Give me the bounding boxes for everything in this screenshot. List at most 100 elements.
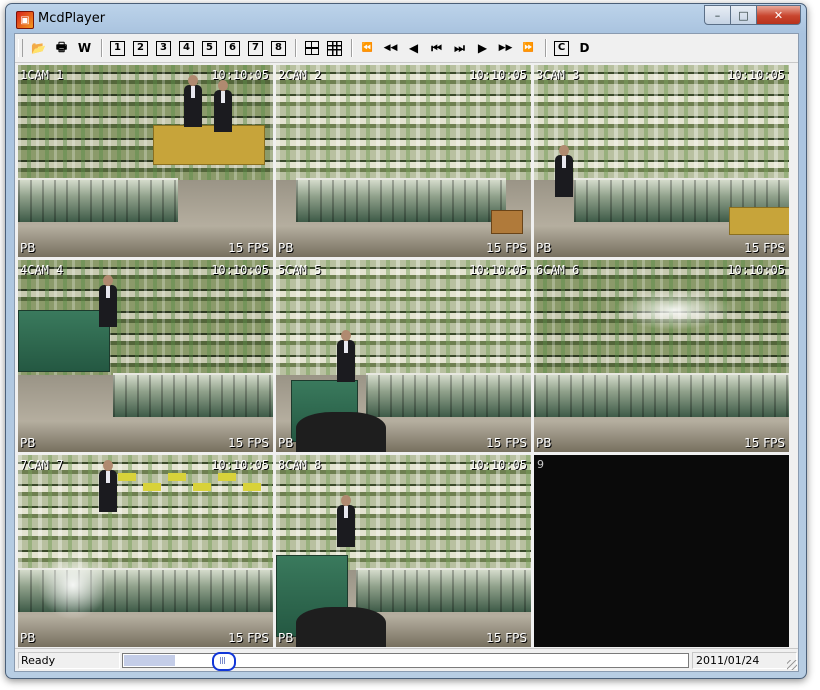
camera-playback-mode: PB: [20, 631, 36, 645]
camera-tile[interactable]: 6CAM 6 10:10:05 PB 15 FPS: [534, 260, 789, 452]
fast-forward-button[interactable]: ▶▶: [495, 38, 516, 58]
client-area: 📂 🖶 W 1 2 3 4 5 6 7 8 ⏪ ◀◀ ◀ ⏮ ⏭ ▶ ▶▶ ⏩ C D 1CAM 1 10:10:05 PB…: [14, 33, 799, 672]
minimize-button[interactable]: –: [704, 5, 731, 25]
grid-2x2-icon: [304, 41, 319, 55]
open-icon: 📂: [31, 41, 46, 55]
layout-5-icon: 5: [202, 40, 217, 56]
camera-tile[interactable]: 2CAM 2 10:10:05 PB 15 FPS: [276, 65, 531, 257]
person-figure: [336, 330, 356, 382]
camera-timestamp: 10:10:05: [469, 68, 527, 82]
person-figure: [554, 145, 574, 197]
layout-4-button[interactable]: 4: [176, 38, 197, 58]
layout-5-button[interactable]: 5: [199, 38, 220, 58]
layout-1-icon: 1: [110, 40, 125, 56]
layout-2-button[interactable]: 2: [130, 38, 151, 58]
window-controls: – □ ✕: [704, 5, 801, 25]
camera-fps: 15 FPS: [228, 631, 269, 645]
empty-slot-number: 9: [537, 458, 544, 471]
play-button[interactable]: ▶: [472, 38, 493, 58]
camera-feed-image: [534, 260, 789, 452]
playback-timeline[interactable]: [122, 652, 689, 671]
layout-8-button[interactable]: 8: [268, 38, 289, 58]
camera-timestamp: 10:10:05: [469, 263, 527, 277]
fastest-forward-icon: ⏩: [522, 43, 535, 53]
camera-timestamp: 10:10:05: [211, 263, 269, 277]
camera-name: 1CAM 1: [20, 68, 64, 82]
camera-feed-image: [534, 65, 789, 257]
d-icon: D: [579, 41, 590, 55]
toolbar-separator: [545, 39, 547, 57]
timeline-played-range: [124, 655, 175, 666]
status-text: Ready: [18, 652, 120, 669]
play-icon: ▶: [477, 41, 488, 55]
camera-name: 4CAM 4: [20, 263, 64, 277]
toolbar: 📂 🖶 W 1 2 3 4 5 6 7 8 ⏪ ◀◀ ◀ ⏮ ⏭ ▶ ▶▶ ⏩ C D: [15, 34, 798, 63]
layout-1-button[interactable]: 1: [107, 38, 128, 58]
camera-tile[interactable]: 5CAM 5 10:10:05 PB 15 FPS: [276, 260, 531, 452]
camera-feed-image: [18, 65, 273, 257]
w-icon: W: [77, 41, 92, 55]
camera-fps: 15 FPS: [228, 436, 269, 450]
camera-tile[interactable]: 8CAM 8 10:10:05 PB 15 FPS: [276, 455, 531, 647]
camera-timestamp: 10:10:05: [469, 458, 527, 472]
fast-rewind-button[interactable]: ⏪: [357, 38, 378, 58]
person-figure: [98, 460, 118, 512]
camera-tile[interactable]: 1CAM 1 10:10:05 PB 15 FPS: [18, 65, 273, 257]
layout-6-icon: 6: [225, 40, 240, 56]
person-figure: [183, 75, 203, 127]
toolbar-separator: [295, 39, 297, 57]
maximize-button[interactable]: □: [731, 5, 757, 25]
timeline-slider-thumb[interactable]: [212, 652, 236, 671]
camera-tile[interactable]: 3CAM 3 10:10:05 PB 15 FPS: [534, 65, 789, 257]
camera-name: 3CAM 3: [536, 68, 580, 82]
camera-feed-image: [276, 260, 531, 452]
fast-rewind-icon: ⏪: [361, 43, 374, 53]
camera-playback-mode: PB: [278, 631, 294, 645]
grid-2x2-button[interactable]: [301, 38, 322, 58]
camera-playback-mode: PB: [278, 241, 294, 255]
step-back-button[interactable]: ◀: [403, 38, 424, 58]
fast-forward-icon: ▶▶: [498, 43, 513, 53]
w-button[interactable]: W: [74, 38, 95, 58]
skip-end-button[interactable]: ⏭: [449, 38, 470, 58]
layout-3-icon: 3: [156, 40, 171, 56]
camera-playback-mode: PB: [278, 436, 294, 450]
skip-end-icon: ⏭: [454, 40, 465, 55]
empty-camera-tile[interactable]: 9: [534, 455, 789, 647]
person-figure: [336, 495, 356, 547]
camera-playback-mode: PB: [20, 241, 36, 255]
camera-timestamp: 10:10:05: [211, 68, 269, 82]
resize-grip-icon[interactable]: [787, 660, 797, 670]
layout-7-icon: 7: [248, 40, 263, 56]
camera-tile[interactable]: 7CAM 7 10:10:05 PB 15 FPS: [18, 455, 273, 647]
title-bar[interactable]: ▣ McdPlayer – □ ✕: [6, 4, 806, 32]
camera-feed-image: [276, 65, 531, 257]
camera-name: 6CAM 6: [536, 263, 580, 277]
close-button[interactable]: ✕: [757, 5, 801, 25]
open-icon[interactable]: 📂: [28, 38, 49, 58]
layout-7-button[interactable]: 7: [245, 38, 266, 58]
d-button[interactable]: D: [574, 38, 595, 58]
layout-6-button[interactable]: 6: [222, 38, 243, 58]
camera-tile[interactable]: 4CAM 4 10:10:05 PB 15 FPS: [18, 260, 273, 452]
camera-fps: 15 FPS: [228, 241, 269, 255]
grid-3x3-button[interactable]: [324, 38, 345, 58]
capture-button[interactable]: C: [551, 38, 572, 58]
layout-3-button[interactable]: 3: [153, 38, 174, 58]
rewind-icon: ◀◀: [383, 43, 398, 53]
toolbar-grip[interactable]: [18, 39, 23, 57]
camera-grid: 1CAM 1 10:10:05 PB 15 FPS 2CAM 2 10:10:05 PB 15…: [18, 65, 795, 647]
fastest-forward-button[interactable]: ⏩: [518, 38, 539, 58]
step-back-icon: ◀: [408, 41, 419, 55]
camera-timestamp: 10:10:05: [211, 458, 269, 472]
person-figure: [213, 80, 233, 132]
rewind-button[interactable]: ◀◀: [380, 38, 401, 58]
print-icon: 🖶: [55, 39, 68, 54]
skip-start-button[interactable]: ⏮: [426, 38, 447, 58]
camera-name: 8CAM 8: [278, 458, 322, 472]
camera-fps: 15 FPS: [744, 241, 785, 255]
camera-name: 2CAM 2: [278, 68, 322, 82]
print-icon[interactable]: 🖶: [51, 38, 72, 58]
app-icon: ▣: [16, 11, 34, 29]
camera-feed-image: [18, 260, 273, 452]
